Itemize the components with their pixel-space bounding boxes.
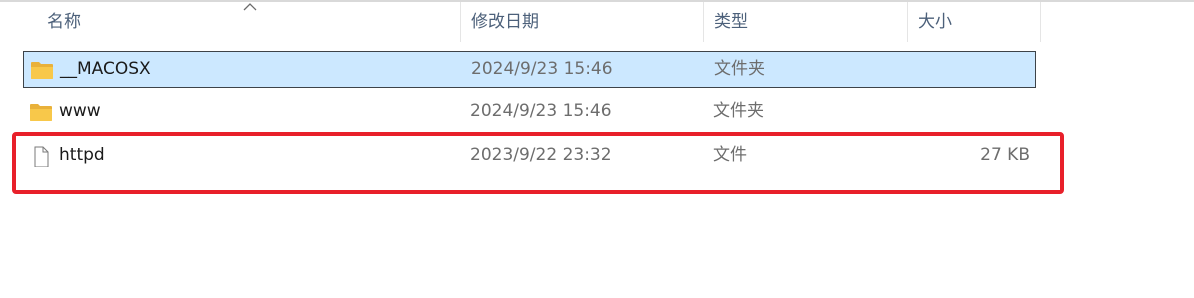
file-row-www[interactable]: www 2024/9/23 15:46 文件夹 [23, 94, 1036, 131]
column-header-type[interactable]: 类型 [703, 2, 907, 42]
column-header-bar: 名称 修改日期 类型 大小 [0, 2, 1194, 42]
file-row-httpd[interactable]: httpd 2023/9/22 23:32 文件 27 KB [23, 138, 1036, 175]
file-modified-date: 2024/9/23 15:46 [471, 59, 613, 79]
file-type: 文件夹 [714, 59, 765, 79]
file-name: www [59, 101, 101, 121]
file-name: httpd [59, 145, 105, 165]
file-type: 文件 [713, 145, 747, 165]
column-header-name[interactable]: 名称 [37, 2, 460, 42]
file-size: 27 KB [980, 145, 1030, 165]
column-header-date-modified[interactable]: 修改日期 [460, 2, 703, 42]
column-header-size[interactable]: 大小 [907, 2, 1041, 42]
folder-icon [30, 104, 52, 121]
file-type: 文件夹 [713, 101, 764, 121]
file-name: __MACOSX [60, 59, 151, 79]
file-row-macosx[interactable]: __MACOSX 2024/9/23 15:46 文件夹 [23, 51, 1036, 88]
file-icon [34, 146, 49, 167]
file-explorer-list-view: 名称 修改日期 类型 大小 __MACOSX 2024/9/23 15:46 文… [0, 0, 1194, 298]
folder-icon [31, 62, 53, 79]
file-modified-date: 2023/9/22 23:32 [470, 145, 612, 165]
file-modified-date: 2024/9/23 15:46 [470, 101, 612, 121]
